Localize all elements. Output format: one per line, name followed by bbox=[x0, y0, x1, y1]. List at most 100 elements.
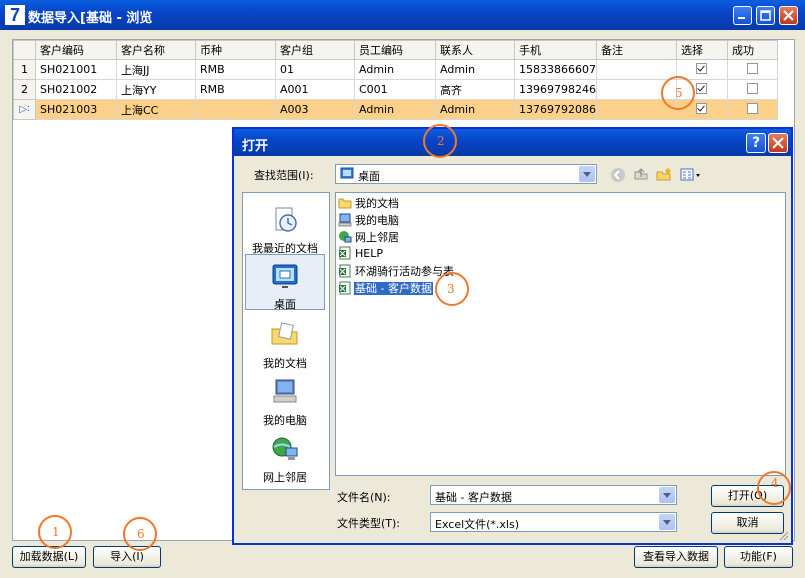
file-name: 网上邻居 bbox=[355, 231, 399, 244]
cell-contact[interactable]: 高齐 bbox=[435, 79, 515, 100]
file-name: 基础 - 客户数据 bbox=[354, 282, 433, 295]
cell-code[interactable]: SH021001 bbox=[35, 59, 117, 80]
cell-currency[interactable] bbox=[195, 99, 276, 120]
place-desktop[interactable]: 桌面 bbox=[245, 254, 325, 311]
cell-name[interactable]: 上海JJ bbox=[116, 59, 196, 80]
row-header[interactable]: 2 bbox=[13, 79, 36, 100]
column-header[interactable]: 成功 bbox=[726, 40, 778, 60]
column-header[interactable]: 手机 bbox=[514, 40, 597, 60]
select-checkbox[interactable] bbox=[696, 102, 708, 114]
column-header[interactable]: 选择 bbox=[675, 40, 728, 60]
place-network[interactable]: 网上邻居 bbox=[245, 428, 325, 484]
file-list[interactable]: 我的文档 我的电脑 网上邻居 HELP 环湖骑行活动参与表 基础 - 客户数据 bbox=[335, 192, 786, 476]
column-header[interactable]: 币种 bbox=[195, 40, 276, 60]
column-header[interactable]: 客户名称 bbox=[116, 40, 196, 60]
cell-group[interactable]: 01 bbox=[275, 59, 355, 80]
main-title-bar[interactable]: 7 数据导入[基础 - 浏览 bbox=[0, 0, 805, 30]
filename-label: 文件名(N): bbox=[337, 491, 391, 504]
file-name: 我的文档 bbox=[355, 197, 399, 210]
cell-group[interactable]: A001 bbox=[275, 79, 355, 100]
cell-contact[interactable]: Admin bbox=[435, 99, 515, 120]
chevron-down-icon[interactable] bbox=[579, 166, 595, 182]
places-bar: 我最近的文档 桌面 我的文档 我的电脑 网上邻居 bbox=[242, 192, 330, 490]
new-folder-icon[interactable] bbox=[656, 167, 672, 183]
table-row[interactable]: 1 SH021001 上海JJ RMB 01 Admin Admin 15833… bbox=[13, 59, 778, 80]
list-item[interactable]: HELP bbox=[338, 246, 384, 262]
list-item[interactable]: 网上邻居 bbox=[338, 229, 400, 245]
load-data-button[interactable]: 加载数据(L) bbox=[12, 546, 86, 568]
annotation-marker: 4 bbox=[757, 471, 791, 505]
filetype-label: 文件类型(T): bbox=[337, 517, 401, 530]
minimize-icon bbox=[738, 17, 745, 19]
cell-currency[interactable]: RMB bbox=[195, 59, 276, 80]
success-checkbox bbox=[746, 82, 758, 94]
list-item[interactable]: 我的文档 bbox=[338, 195, 400, 211]
cell-currency[interactable]: RMB bbox=[195, 79, 276, 100]
select-checkbox[interactable] bbox=[696, 82, 708, 94]
dialog-title: 打开 bbox=[242, 139, 269, 154]
cell-name[interactable]: 上海CC bbox=[116, 99, 196, 120]
minimize-button[interactable] bbox=[733, 6, 752, 25]
place-label: 网上邻居 bbox=[263, 471, 307, 484]
file-name: HELP bbox=[355, 246, 383, 260]
maximize-button[interactable] bbox=[756, 6, 775, 25]
maximize-icon bbox=[760, 10, 771, 21]
place-my-documents[interactable]: 我的文档 bbox=[245, 314, 325, 370]
view-import-data-button[interactable]: 查看导入数据 bbox=[634, 546, 718, 568]
chevron-down-icon[interactable] bbox=[659, 487, 675, 503]
close-button[interactable] bbox=[779, 6, 798, 25]
help-icon: ? bbox=[751, 135, 761, 151]
view-menu-icon[interactable] bbox=[680, 167, 702, 183]
cell-phone[interactable]: 13969798246 bbox=[514, 79, 597, 100]
excel-file-icon bbox=[339, 281, 351, 295]
row-header-current[interactable]: ▷∶ bbox=[13, 99, 36, 120]
open-file-dialog[interactable]: 打开 ? 查找范围(I): 桌面 我最近的文档 桌面 我的文档 我的电脑 网上邻… bbox=[232, 127, 793, 545]
select-checkbox[interactable] bbox=[696, 62, 708, 74]
up-folder-icon[interactable] bbox=[633, 167, 649, 183]
column-header[interactable]: 客户组 bbox=[275, 40, 355, 60]
row-header[interactable]: 1 bbox=[13, 59, 36, 80]
cell-employee[interactable]: C001 bbox=[354, 79, 436, 100]
table-row-selected[interactable]: ▷∶ SH021003 上海CC A003 Admin Admin 137697… bbox=[13, 99, 778, 120]
cell-phone[interactable]: 13769792086 bbox=[514, 99, 597, 120]
cell-employee[interactable]: Admin bbox=[354, 99, 436, 120]
chevron-down-icon[interactable] bbox=[659, 514, 675, 530]
column-header[interactable]: 客户编码 bbox=[35, 40, 117, 60]
file-name: 我的电脑 bbox=[355, 214, 399, 227]
cancel-button[interactable]: 取消 bbox=[711, 512, 784, 534]
list-item[interactable]: 我的电脑 bbox=[338, 212, 400, 228]
place-label: 我的电脑 bbox=[263, 414, 307, 427]
column-header[interactable]: 联系人 bbox=[435, 40, 515, 60]
help-button[interactable]: ? bbox=[746, 133, 766, 153]
close-icon bbox=[772, 137, 784, 149]
close-icon bbox=[783, 10, 794, 21]
column-header[interactable]: 员工编码 bbox=[354, 40, 436, 60]
cell-contact[interactable]: Admin bbox=[435, 59, 515, 80]
computer-icon bbox=[338, 213, 352, 227]
dialog-close-button[interactable] bbox=[768, 133, 788, 153]
place-recent[interactable]: 我最近的文档 bbox=[245, 199, 325, 255]
column-header[interactable]: 备注 bbox=[595, 40, 677, 60]
function-button[interactable]: 功能(F) bbox=[724, 546, 793, 568]
network-places-icon bbox=[272, 437, 298, 460]
place-my-computer[interactable]: 我的电脑 bbox=[245, 371, 325, 427]
filename-input[interactable]: 基础 - 客户数据 bbox=[430, 485, 677, 505]
cell-code[interactable]: SH021003 bbox=[35, 99, 117, 120]
dialog-title-bar[interactable]: 打开 ? bbox=[234, 129, 791, 156]
list-item-selected[interactable]: 基础 - 客户数据 bbox=[338, 280, 433, 296]
cell-name[interactable]: 上海YY bbox=[116, 79, 196, 100]
resize-grip-icon[interactable] bbox=[779, 531, 789, 541]
excel-file-icon bbox=[339, 246, 351, 260]
recent-documents-icon bbox=[275, 207, 297, 232]
success-cell bbox=[726, 79, 778, 100]
back-icon[interactable] bbox=[610, 167, 626, 183]
filetype-dropdown[interactable]: Excel文件(*.xls) bbox=[430, 512, 677, 532]
import-button[interactable]: 导入(I) bbox=[93, 546, 161, 568]
look-in-dropdown[interactable]: 桌面 bbox=[335, 164, 597, 184]
cell-note[interactable] bbox=[595, 59, 677, 80]
cell-phone[interactable]: 15833866607 bbox=[514, 59, 597, 80]
cell-employee[interactable]: Admin bbox=[354, 59, 436, 80]
cell-code[interactable]: SH021002 bbox=[35, 79, 117, 100]
list-item[interactable]: 环湖骑行活动参与表 bbox=[338, 263, 455, 279]
cell-group[interactable]: A003 bbox=[275, 99, 355, 120]
